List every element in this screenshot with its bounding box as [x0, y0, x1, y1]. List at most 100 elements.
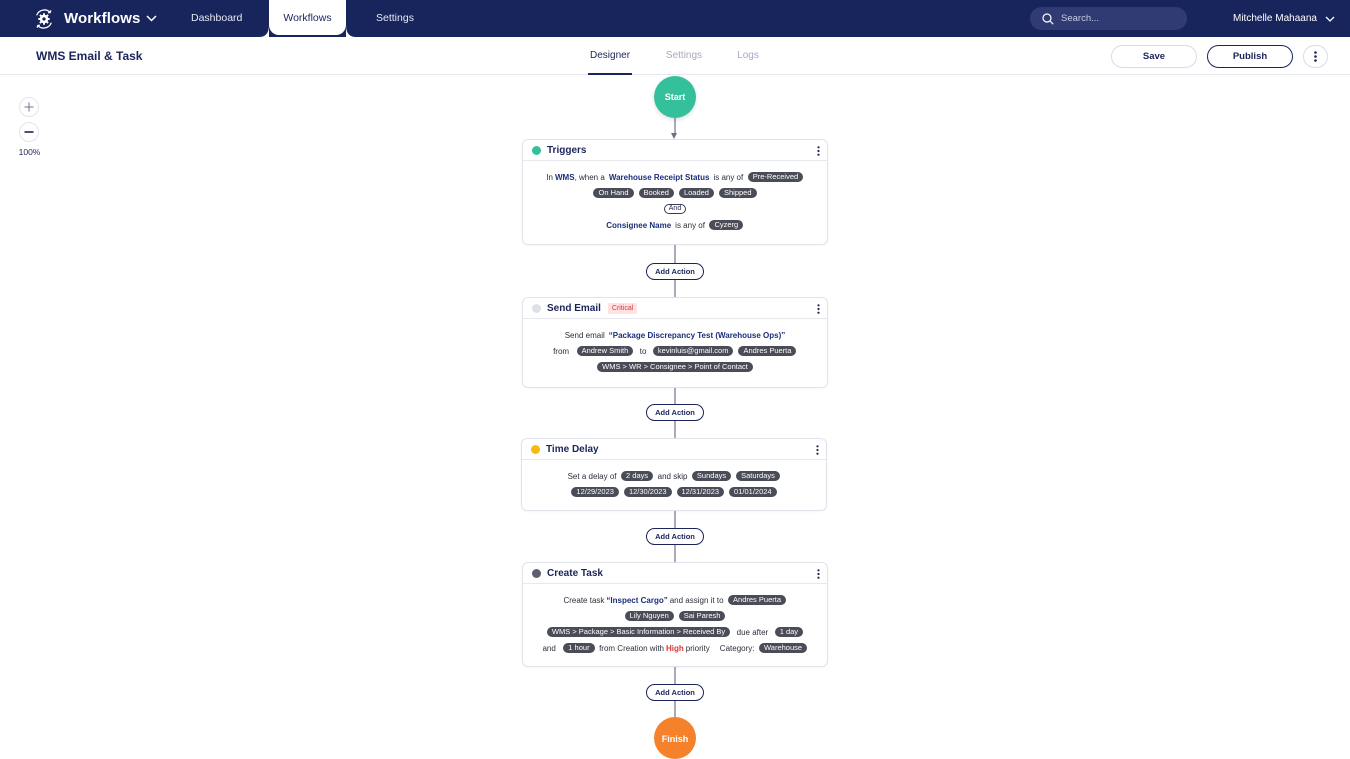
nav-workflows[interactable]: Workflows	[269, 0, 346, 35]
brand-name: Workflows	[64, 10, 141, 27]
text: and skip	[657, 471, 688, 481]
tab-corner-left	[259, 25, 269, 37]
kebab-menu-icon	[1314, 51, 1317, 62]
workflow-header: WMS Email & Task Designer Settings Logs …	[0, 37, 1350, 75]
recipient-chip[interactable]: WMS > WR > Consignee > Point of Contact	[597, 362, 753, 372]
status-chip[interactable]: Booked	[638, 188, 674, 198]
search-input[interactable]	[1061, 13, 1171, 24]
nav-dashboard[interactable]: Dashboard	[191, 0, 242, 37]
status-dot	[531, 444, 540, 454]
kebab-menu-icon	[816, 145, 820, 156]
publish-button[interactable]: Publish	[1207, 45, 1293, 68]
status-chip[interactable]: Loaded	[678, 188, 714, 198]
status-chip[interactable]: Pre-Received	[747, 172, 804, 182]
card-menu-button[interactable]	[815, 568, 821, 579]
add-action-button[interactable]: Add Action	[646, 684, 704, 701]
top-navigation-bar: Workflows Dashboard Workflows Settings M…	[0, 0, 1350, 37]
zoom-level: 100%	[18, 147, 41, 157]
user-name: Mitchelle Mahaana	[1233, 13, 1317, 24]
skip-chip[interactable]: Saturdays	[736, 471, 780, 481]
assignee-chip[interactable]: Sai Paresh	[678, 611, 726, 621]
card-header: Create Task	[523, 563, 827, 584]
recipient-chip[interactable]: Andres Puerta	[738, 346, 797, 356]
nav-settings[interactable]: Settings	[376, 0, 414, 37]
text: Category:	[719, 643, 755, 653]
card-menu-button[interactable]	[815, 145, 821, 156]
text: and	[542, 643, 556, 653]
user-menu[interactable]: Mitchelle Mahaana	[1233, 0, 1335, 37]
tab-designer[interactable]: Designer	[588, 37, 632, 75]
status-chip[interactable]: On Hand	[593, 188, 634, 198]
card-menu-button[interactable]	[814, 444, 820, 455]
workflow-gear-icon	[36, 8, 52, 29]
skip-date-chip[interactable]: 01/01/2024	[729, 487, 777, 497]
search-box[interactable]	[1030, 7, 1187, 30]
status-dot	[532, 568, 541, 578]
critical-badge: Critical	[607, 302, 638, 314]
text: due after	[736, 627, 769, 637]
text: Create task	[563, 595, 605, 605]
time-delay-card[interactable]: Time Delay Set a delay of 2 days and ski…	[521, 438, 827, 511]
save-button[interactable]: Save	[1111, 45, 1197, 68]
start-node[interactable]: Start	[654, 76, 696, 118]
text: Send email	[564, 330, 605, 340]
recipient-chip[interactable]: kevinluis@gmail.com	[652, 346, 734, 356]
zoom-out-button[interactable]	[19, 122, 39, 142]
card-title: Create Task	[547, 567, 603, 579]
assignee-chip[interactable]: Lily Nguyen	[624, 611, 674, 621]
text: priority	[685, 643, 710, 653]
category-chip[interactable]: Warehouse	[758, 643, 808, 653]
card-header: Time Delay	[522, 439, 826, 460]
system-name: WMS	[555, 172, 575, 182]
skip-date-chip[interactable]: 12/29/2023	[571, 487, 619, 497]
delay-chip[interactable]: 2 days	[621, 471, 654, 481]
text: is any of	[675, 220, 705, 230]
skip-chip[interactable]: Sundays	[691, 471, 732, 481]
assignee-chip[interactable]: WMS > Package > Basic Information > Rece…	[546, 627, 731, 637]
priority-value: High	[666, 643, 684, 653]
zoom-in-button[interactable]	[19, 97, 39, 117]
workflows-app-switcher[interactable]: Workflows	[33, 6, 157, 31]
text: and assign it to	[669, 595, 724, 605]
chevron-down-icon	[1325, 16, 1335, 22]
tab-settings[interactable]: Settings	[664, 37, 704, 75]
skip-date-chip[interactable]: 12/31/2023	[676, 487, 725, 497]
status-chip[interactable]: Shipped	[718, 188, 757, 198]
card-title: Time Delay	[546, 443, 599, 455]
assignee-chip[interactable]: Andres Puerta	[728, 595, 786, 605]
field-name: Consignee Name	[606, 220, 672, 230]
card-header: Send Email Critical	[523, 298, 827, 319]
connector-line	[674, 118, 676, 134]
card-title: Send Email	[547, 302, 601, 314]
triggers-card[interactable]: Triggers In WMS , when a Warehouse Recei…	[522, 139, 828, 245]
chevron-down-icon	[146, 15, 157, 22]
add-action-button[interactable]: Add Action	[646, 263, 704, 280]
tab-corner-right	[346, 25, 356, 37]
add-action-button[interactable]: Add Action	[646, 528, 704, 545]
text: from	[553, 346, 570, 356]
due-chip[interactable]: 1 day	[774, 627, 804, 637]
send-email-card[interactable]: Send Email Critical Send email “Package …	[522, 297, 828, 388]
plus-icon	[24, 102, 34, 112]
and-conjunction: And	[663, 204, 687, 214]
sender-chip[interactable]: Andrew Smith	[576, 346, 634, 356]
status-dot	[532, 145, 541, 155]
create-task-card[interactable]: Create Task Create task “Inspect Cargo” …	[522, 562, 828, 667]
card-body: Create task “Inspect Cargo” and assign i…	[523, 584, 827, 656]
skip-date-chip[interactable]: 12/30/2023	[623, 487, 672, 497]
card-body: Set a delay of 2 days and skip Sundays S…	[522, 460, 826, 500]
finish-node[interactable]: Finish	[654, 717, 696, 759]
text: from Creation with	[599, 643, 664, 653]
card-title: Triggers	[547, 144, 587, 156]
kebab-menu-icon	[816, 568, 820, 579]
text: In	[546, 172, 553, 182]
consignee-chip[interactable]: Cyzerg	[709, 220, 744, 230]
task-name: “Inspect Cargo”	[606, 595, 668, 605]
more-options-button[interactable]	[1303, 45, 1328, 68]
add-action-button[interactable]: Add Action	[646, 404, 704, 421]
card-menu-button[interactable]	[815, 303, 821, 314]
due-chip[interactable]: 1 hour	[563, 643, 595, 653]
tab-logs[interactable]: Logs	[735, 37, 761, 75]
card-header: Triggers	[523, 140, 827, 161]
page-title: WMS Email & Task	[36, 49, 143, 63]
